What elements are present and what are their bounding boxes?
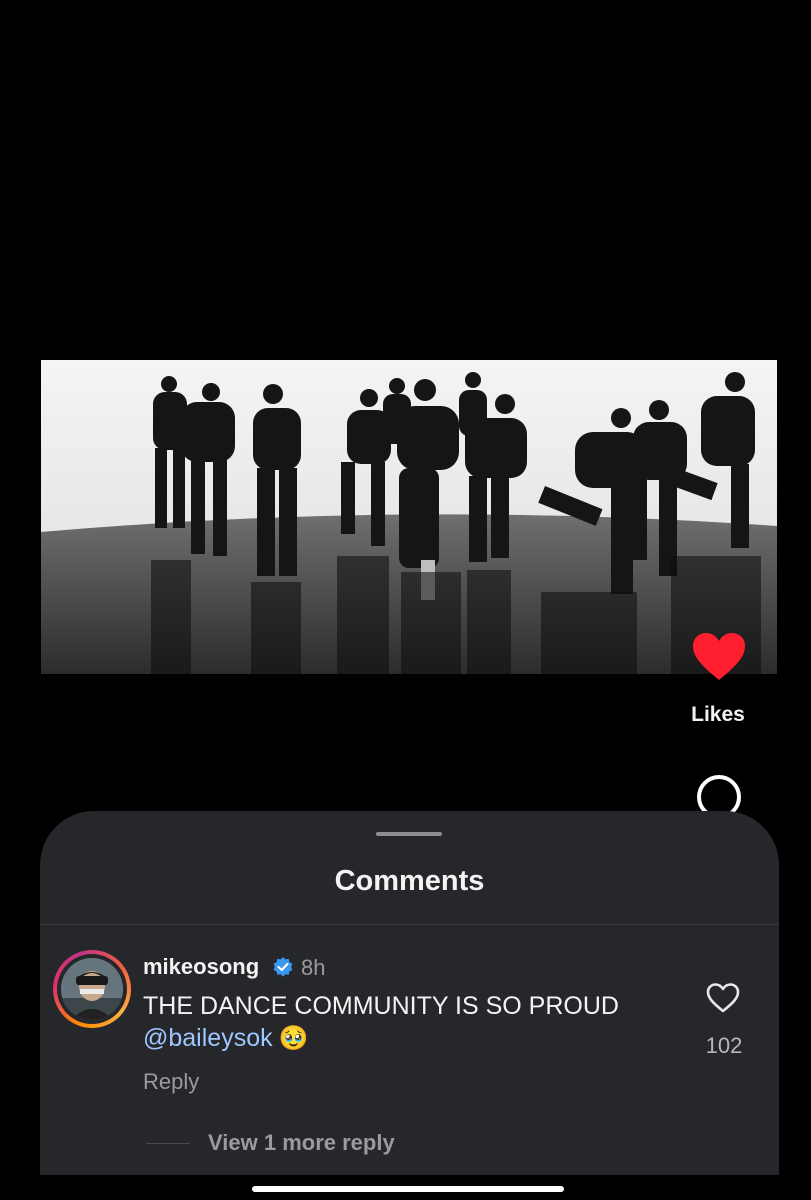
avatar-ring-gap — [57, 954, 127, 1024]
verified-badge-icon — [273, 957, 293, 977]
sheet-divider — [40, 924, 779, 925]
comment-mention[interactable]: @baileysok — [143, 1024, 273, 1052]
comment-like-button[interactable] — [706, 982, 740, 1014]
post-video[interactable] — [41, 360, 777, 674]
comment-username[interactable]: mikeosong — [143, 954, 259, 980]
like-button[interactable] — [692, 632, 746, 682]
sheet-title: Comments — [334, 865, 485, 897]
heart-filled-icon — [693, 633, 745, 680]
story-ring[interactable] — [53, 950, 131, 1028]
pleading-face-emoji: 🥹 — [278, 1024, 309, 1052]
avatar[interactable] — [61, 958, 123, 1020]
heart-outline-icon — [706, 983, 740, 1013]
sheet-grabber[interactable] — [376, 832, 442, 836]
comments-sheet: Comments mikeosong 8h THE DANCE COMMUNIT… — [40, 811, 779, 1175]
comment-like-count: 102 — [705, 1033, 743, 1058]
reply-thread-line — [146, 1143, 190, 1144]
view-replies-button[interactable]: View 1 more reply — [208, 1130, 395, 1156]
comment-body: THE DANCE COMMUNITY IS SO PROUD @baileys… — [143, 990, 703, 1054]
comment-text: THE DANCE COMMUNITY IS SO PROUD — [143, 992, 619, 1020]
video-frame — [41, 360, 777, 674]
reply-button[interactable]: Reply — [143, 1069, 199, 1095]
home-indicator[interactable] — [252, 1186, 564, 1192]
comment-bubble-icon — [697, 775, 741, 813]
comment-timestamp: 8h — [301, 955, 326, 980]
likes-label[interactable]: Likes — [670, 703, 766, 727]
comment-button[interactable] — [694, 773, 746, 813]
avatar-image — [61, 958, 123, 1020]
